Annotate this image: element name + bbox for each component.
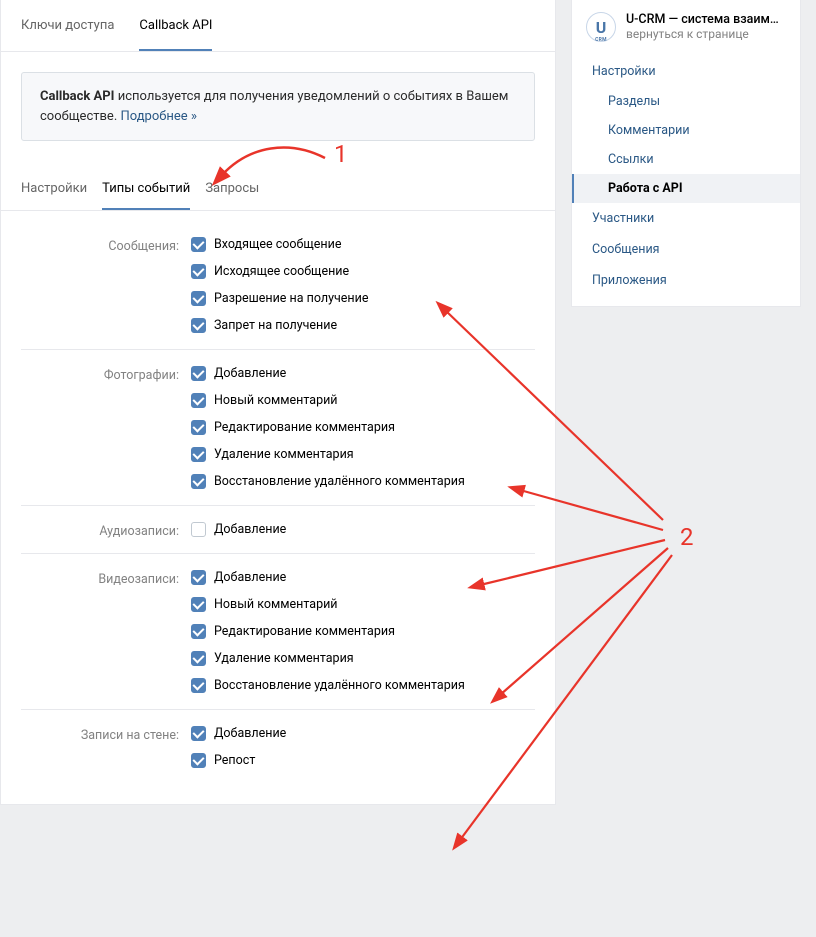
- option-label: Удаление комментария: [214, 651, 354, 666]
- group-options: Добавление Новый комментарий Редактировани…: [191, 570, 535, 699]
- option-3-0[interactable]: Добавление: [191, 570, 535, 591]
- checkbox-icon[interactable]: [191, 624, 206, 639]
- option-label: Входящее сообщение: [214, 237, 341, 252]
- group-label: Записи на стене:: [21, 726, 191, 774]
- sidebar-menu: НастройкиРазделыКомментарииСсылкиРабота …: [572, 52, 800, 296]
- option-1-1[interactable]: Новый комментарий: [191, 387, 535, 414]
- top-tab-1[interactable]: Callback API: [139, 0, 212, 51]
- sidebar-sublist: РазделыКомментарииСсылкиРабота с API: [572, 87, 800, 203]
- option-label: Добавление: [214, 366, 286, 381]
- option-4-0[interactable]: Добавление: [191, 726, 535, 747]
- option-2-0[interactable]: Добавление: [191, 522, 535, 543]
- group-options: Добавление: [191, 522, 535, 543]
- checkbox-icon[interactable]: [191, 291, 206, 306]
- group-options: Добавление Репост: [191, 726, 535, 774]
- sidebar: U CRM U-CRM — система взаим… вернуться к…: [571, 0, 801, 307]
- sub-tabs: Настройки Типы событий Запросы: [1, 169, 555, 211]
- sub-tab-0[interactable]: Настройки: [21, 169, 87, 210]
- sidebar-subitem-2[interactable]: Ссылки: [572, 145, 800, 174]
- group-label: Видеозаписи:: [21, 570, 191, 699]
- sidebar-item-3[interactable]: Приложения: [572, 265, 800, 296]
- sub-tab-2[interactable]: Запросы: [205, 169, 259, 210]
- option-label: Восстановление удалённого комментария: [214, 678, 465, 693]
- sidebar-subitem-1[interactable]: Комментарии: [572, 116, 800, 145]
- sidebar-header[interactable]: U CRM U-CRM — система взаим… вернуться к…: [572, 0, 800, 52]
- group-label: Аудиозаписи:: [21, 522, 191, 543]
- checkbox-icon[interactable]: [191, 318, 206, 333]
- option-3-4[interactable]: Восстановление удалённого комментария: [191, 672, 535, 699]
- option-label: Редактирование комментария: [214, 420, 395, 435]
- group-options: Добавление Новый комментарий Редактировани…: [191, 366, 535, 495]
- checkbox-icon[interactable]: [191, 393, 206, 408]
- community-title: U-CRM — система взаим…: [626, 12, 779, 27]
- option-1-4[interactable]: Восстановление удалённого комментария: [191, 468, 535, 495]
- logo-letter: U: [596, 18, 607, 37]
- checkbox-icon[interactable]: [191, 474, 206, 489]
- group-2: Аудиозаписи: Добавление: [21, 506, 535, 554]
- sub-tab-1[interactable]: Типы событий: [102, 169, 190, 210]
- info-box: Callback API используется для получения …: [21, 72, 535, 141]
- info-link[interactable]: Подробнее »: [120, 109, 196, 124]
- checkbox-icon[interactable]: [191, 570, 206, 585]
- top-tabs: Ключи доступа Callback API: [1, 0, 555, 52]
- option-1-3[interactable]: Удаление комментария: [191, 441, 535, 468]
- checkbox-icon[interactable]: [191, 237, 206, 252]
- option-3-1[interactable]: Новый комментарий: [191, 591, 535, 618]
- sidebar-item-1[interactable]: Участники: [572, 203, 800, 234]
- option-0-0[interactable]: Входящее сообщение: [191, 237, 535, 258]
- main-panel: Ключи доступа Callback API Callback API и…: [0, 0, 556, 805]
- group-options: Входящее сообщение Исходящее сообщение Раз…: [191, 237, 535, 339]
- group-0: Сообщения: Входящее сообщение Исходящее со…: [21, 221, 535, 350]
- checkbox-icon[interactable]: [191, 522, 206, 537]
- option-label: Удаление комментария: [214, 447, 354, 462]
- sidebar-subitem-3[interactable]: Работа с API: [572, 174, 800, 203]
- group-3: Видеозаписи: Добавление Новый комментарий Р…: [21, 554, 535, 710]
- event-groups: Сообщения: Входящее сообщение Исходящее со…: [1, 211, 555, 804]
- option-label: Редактирование комментария: [214, 624, 395, 639]
- checkbox-icon[interactable]: [191, 651, 206, 666]
- option-0-3[interactable]: Запрет на получение: [191, 312, 535, 339]
- checkbox-icon[interactable]: [191, 366, 206, 381]
- sidebar-item-2[interactable]: Сообщения: [572, 234, 800, 265]
- group-4: Записи на стене: Добавление Репост: [21, 710, 535, 784]
- checkbox-icon[interactable]: [191, 726, 206, 741]
- option-1-0[interactable]: Добавление: [191, 366, 535, 387]
- option-label: Добавление: [214, 522, 286, 537]
- checkbox-icon[interactable]: [191, 678, 206, 693]
- checkbox-icon[interactable]: [191, 420, 206, 435]
- option-3-2[interactable]: Редактирование комментария: [191, 618, 535, 645]
- option-3-3[interactable]: Удаление комментария: [191, 645, 535, 672]
- sidebar-subitem-0[interactable]: Разделы: [572, 87, 800, 116]
- top-tab-0[interactable]: Ключи доступа: [21, 0, 114, 51]
- checkbox-icon[interactable]: [191, 264, 206, 279]
- group-1: Фотографии: Добавление Новый комментарий Ре…: [21, 350, 535, 506]
- checkbox-icon[interactable]: [191, 597, 206, 612]
- community-logo: U CRM: [586, 12, 616, 42]
- option-0-1[interactable]: Исходящее сообщение: [191, 258, 535, 285]
- back-link[interactable]: вернуться к странице: [626, 27, 779, 41]
- option-1-2[interactable]: Редактирование комментария: [191, 414, 535, 441]
- checkbox-icon[interactable]: [191, 447, 206, 462]
- checkbox-icon[interactable]: [191, 753, 206, 768]
- option-label: Разрешение на получение: [214, 291, 368, 306]
- option-label: Исходящее сообщение: [214, 264, 349, 279]
- option-0-2[interactable]: Разрешение на получение: [191, 285, 535, 312]
- option-4-1[interactable]: Репост: [191, 747, 535, 774]
- option-label: Восстановление удалённого комментария: [214, 474, 465, 489]
- option-label: Добавление: [214, 726, 286, 741]
- option-label: Репост: [214, 753, 255, 768]
- info-bold: Callback API: [40, 89, 114, 104]
- group-label: Фотографии:: [21, 366, 191, 495]
- option-label: Добавление: [214, 570, 286, 585]
- option-label: Новый комментарий: [214, 393, 338, 408]
- option-label: Запрет на получение: [214, 318, 337, 333]
- group-label: Сообщения:: [21, 237, 191, 339]
- sidebar-item-0[interactable]: Настройки: [572, 56, 800, 87]
- logo-sub: CRM: [595, 37, 607, 43]
- option-label: Новый комментарий: [214, 597, 338, 612]
